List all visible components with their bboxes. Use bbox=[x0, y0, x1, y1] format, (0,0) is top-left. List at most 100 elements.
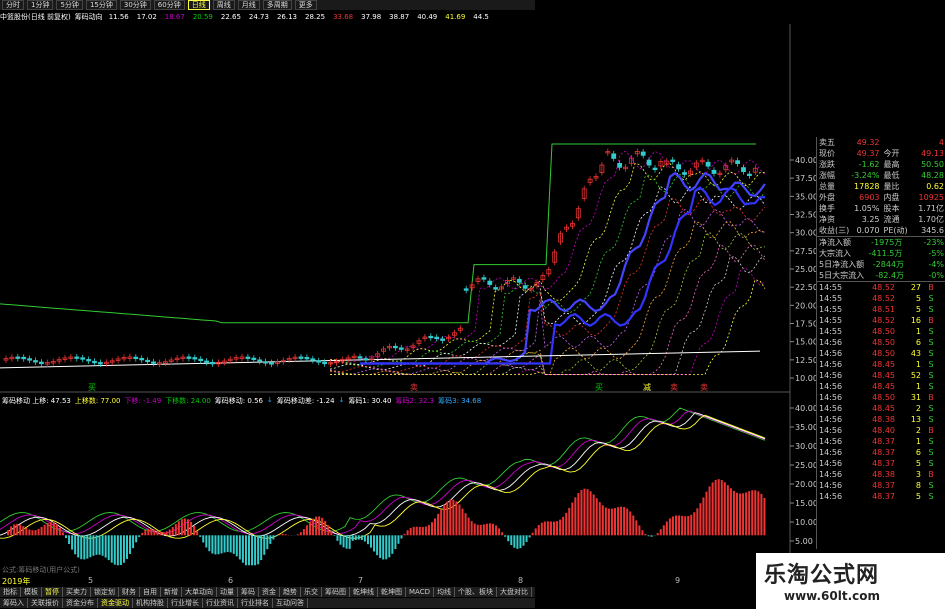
indicator-tab[interactable]: 财务 bbox=[119, 587, 140, 597]
histogram-bar bbox=[281, 533, 284, 536]
tick-row: 14:56 48.38 3 B bbox=[817, 469, 945, 480]
indicator-tab[interactable]: 大盘对比 bbox=[497, 587, 532, 597]
indicator-tab[interactable]: 乾坤线 bbox=[350, 587, 378, 597]
indicator-tab[interactable]: 模板 bbox=[21, 587, 42, 597]
quote-label: 总量 bbox=[819, 182, 835, 191]
flow-value: -2844万 bbox=[872, 260, 905, 269]
signal-marker: 买 bbox=[595, 383, 603, 392]
histogram-bar bbox=[46, 522, 49, 536]
indicator-tab[interactable]: MACD bbox=[406, 587, 434, 597]
indicator-tab[interactable]: 个股、板块 bbox=[455, 587, 497, 597]
histogram-bar bbox=[647, 535, 650, 537]
period-button[interactable]: 分时 bbox=[2, 0, 24, 10]
candle-body bbox=[735, 160, 740, 164]
info-tab[interactable]: 机构持股 bbox=[133, 598, 168, 608]
histogram-bar bbox=[580, 490, 583, 536]
indicator-value: 下移: -1.49 bbox=[124, 397, 162, 405]
histogram-bar bbox=[257, 535, 260, 565]
kline-chart[interactable]: 40.00 37.50 35.00 32.50 30.00 27.50 25.00 22.50… bbox=[0, 24, 816, 575]
histogram-bar bbox=[708, 486, 711, 536]
histogram-bar bbox=[644, 533, 647, 536]
tick-row: 14:56 48.45 1 S bbox=[817, 359, 945, 370]
info-tab[interactable]: 行业增长 bbox=[168, 598, 203, 608]
indicator-tab[interactable]: 筹码图 bbox=[322, 587, 350, 597]
indicator-tab[interactable]: 乾坤图 bbox=[378, 587, 406, 597]
tick-side: S bbox=[928, 382, 934, 391]
period-button[interactable]: 多周期 bbox=[262, 0, 292, 10]
histogram-bar bbox=[696, 508, 699, 536]
indicator-tab[interactable]: 均线 bbox=[434, 587, 455, 597]
indicator-tab[interactable]: 锁定划 bbox=[91, 587, 119, 597]
info-tab[interactable]: 关联报价 bbox=[28, 598, 63, 608]
candle-body bbox=[440, 338, 446, 341]
ind-tick-label: 35.00 bbox=[795, 423, 816, 432]
candle-body bbox=[711, 169, 717, 174]
histogram-bar bbox=[394, 535, 397, 550]
signal-marker: 减 bbox=[643, 382, 651, 392]
histogram-bar bbox=[400, 535, 403, 539]
tick-volume: 1 bbox=[915, 360, 921, 369]
info-tab[interactable]: 筹码入 bbox=[0, 598, 28, 608]
histogram-bar bbox=[732, 490, 735, 536]
info-tab[interactable]: 互动问答 bbox=[273, 598, 308, 608]
histogram-bar bbox=[574, 497, 577, 536]
period-button[interactable]: 日线 bbox=[187, 0, 210, 10]
tick-price: 48.37 bbox=[872, 448, 895, 457]
histogram-bar bbox=[77, 535, 80, 558]
period-button[interactable]: 60分钟 bbox=[153, 0, 185, 10]
period-button[interactable]: 30分钟 bbox=[119, 0, 151, 10]
quote-panel: 卖五 49.32 4 现价 49.37 今开 49.13 涨跌 -1.62 最高 50.50 涨幅 -3… bbox=[816, 137, 945, 549]
histogram-bar bbox=[632, 515, 635, 536]
histogram-bar bbox=[68, 535, 71, 545]
indicator-tab[interactable]: 趋势 bbox=[280, 587, 301, 597]
indicator-tab[interactable]: 买卖力 bbox=[63, 587, 91, 597]
info-tab[interactable]: 资金分布 bbox=[63, 598, 98, 608]
tick-row: 14:56 48.50 31 B bbox=[817, 392, 945, 403]
quote-row: 涨幅 -3.24% 最低 48.28 bbox=[817, 170, 945, 181]
candle-body bbox=[611, 153, 617, 159]
candle-body bbox=[670, 159, 676, 162]
period-button[interactable]: 15分钟 bbox=[85, 0, 117, 10]
indicator-tab[interactable]: 筹码 bbox=[238, 587, 259, 597]
indicator-tab[interactable]: 新增 bbox=[161, 587, 182, 597]
period-button[interactable]: 月线 bbox=[237, 0, 260, 10]
tick-time: 14:56 bbox=[819, 481, 843, 490]
period-button[interactable]: 5分钟 bbox=[56, 0, 83, 10]
indicator-tab[interactable]: 暂停 bbox=[42, 587, 63, 597]
quote-row: 换手 1.05% 股本 1.71亿 bbox=[817, 203, 945, 214]
histogram-bar bbox=[113, 535, 116, 565]
indicator-tab[interactable]: 指标 bbox=[0, 587, 21, 597]
quote-label: 外盘 bbox=[819, 193, 835, 202]
tick-row: 14:56 48.37 8 S bbox=[817, 480, 945, 491]
period-button[interactable]: 更多 bbox=[294, 0, 317, 10]
tick-price: 48.52 bbox=[872, 316, 895, 325]
histogram-bar bbox=[531, 532, 534, 536]
period-button[interactable]: 周线 bbox=[212, 0, 235, 10]
info-tab[interactable]: 行业资讯 bbox=[203, 598, 238, 608]
info-tab[interactable]: 行业排名 bbox=[238, 598, 273, 608]
histogram-bar bbox=[748, 491, 751, 536]
histogram-bar bbox=[729, 488, 732, 536]
tick-row: 14:56 48.50 43 S bbox=[817, 348, 945, 359]
tick-volume: 27 bbox=[910, 283, 921, 292]
histogram-bar bbox=[720, 480, 723, 536]
indicator-tab[interactable]: 资金 bbox=[259, 587, 280, 597]
indicator-value: 筹码移动: 0.56 bbox=[214, 397, 263, 405]
indicator-tab[interactable]: 大单动向 bbox=[182, 587, 217, 597]
info-tab[interactable]: 资金驱动 bbox=[98, 598, 133, 608]
histogram-bar bbox=[122, 535, 125, 563]
quote-row: 收益(三) 0.070 PE(动) 345.6 bbox=[817, 225, 945, 236]
histogram-bar bbox=[235, 535, 238, 557]
period-button[interactable]: 1分钟 bbox=[27, 0, 54, 10]
candle-body bbox=[304, 356, 310, 360]
histogram-bar bbox=[223, 535, 226, 553]
price-tick-label: 27.50 bbox=[795, 247, 816, 256]
tick-side: S bbox=[928, 481, 934, 490]
indicator-tab[interactable]: 自用 bbox=[140, 587, 161, 597]
brand-name: 乐淘公式网 bbox=[764, 563, 880, 588]
quote-label: 最低 bbox=[883, 171, 900, 180]
indicator-tab[interactable]: 动量 bbox=[217, 587, 238, 597]
indicator-tab[interactable]: 乐交 bbox=[301, 587, 322, 597]
histogram-bar bbox=[519, 535, 522, 549]
histogram-bar bbox=[16, 523, 19, 536]
